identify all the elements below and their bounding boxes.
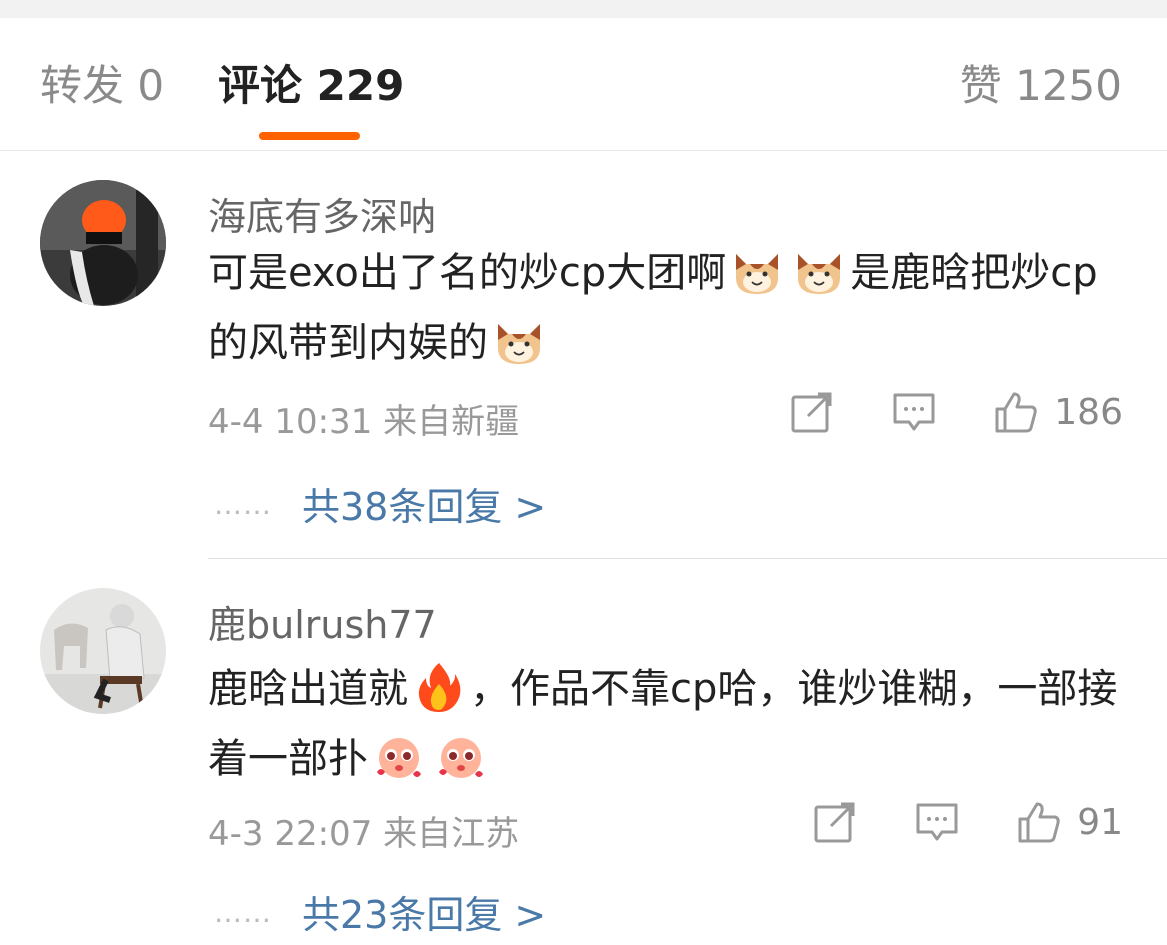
comment-meta: 4-3 22:07 来自江苏: [208, 806, 519, 855]
replies-label: 共23条回复 >: [302, 893, 547, 937]
comment-icon[interactable]: [892, 390, 936, 434]
comment-item: 海底有多深呐 可是exo出了名的炒cp大团啊 是鹿晗把炒cp的风带到内娱的 4-4…: [0, 150, 1167, 558]
like-count: 186: [1054, 391, 1123, 433]
tab-likes[interactable]: 赞 1250: [960, 60, 1122, 112]
comment-username[interactable]: 鹿bulrush77: [208, 594, 437, 649]
comment-location: 来自新疆: [383, 402, 520, 442]
status-strip: [0, 0, 1167, 18]
like-button[interactable]: 91: [1017, 800, 1123, 844]
like-count: 91: [1077, 801, 1123, 843]
comment-username[interactable]: 海底有多深呐: [208, 186, 436, 241]
cat-face-emoji: [792, 244, 846, 298]
comment-text: 可是exo出了名的炒cp大团啊 是鹿晗把炒cp的风带到内娱的: [208, 238, 1128, 378]
comment-meta: 4-4 10:31 来自新疆: [208, 394, 519, 443]
pleading-face-emoji: [372, 730, 426, 784]
comment-time: 4-3 22:07: [208, 814, 373, 854]
thumbs-up-icon: [994, 390, 1038, 434]
comment-text: 鹿晗出道就 ，作品不靠cp哈，谁炒谁糊，一部接着一部扑: [208, 654, 1128, 794]
pleading-face-emoji: [434, 730, 488, 784]
comment-text-part: 鹿晗出道就: [208, 666, 408, 712]
replies-label: 共38条回复 >: [302, 485, 547, 529]
active-tab-indicator: [259, 132, 360, 140]
view-replies-link[interactable]: …… 共23条回复 >: [214, 884, 546, 939]
replies-ellipsis: ……: [214, 488, 272, 521]
comment-actions: 91: [813, 800, 1123, 844]
tab-bar: 转发 0 评论 229 赞 1250: [0, 18, 1167, 151]
avatar[interactable]: [40, 588, 166, 714]
tab-comments[interactable]: 评论 229: [218, 60, 404, 112]
comment-location: 来自江苏: [383, 814, 520, 854]
cat-face-emoji: [492, 314, 546, 368]
thumbs-up-icon: [1017, 800, 1061, 844]
comment-text-part: 可是exo出了名的炒cp大团啊: [208, 250, 727, 296]
comment-time: 4-4 10:31: [208, 402, 373, 442]
view-replies-link[interactable]: …… 共38条回复 >: [214, 476, 546, 531]
share-icon[interactable]: [813, 800, 857, 844]
fire-emoji: [412, 660, 466, 714]
comment-icon[interactable]: [915, 800, 959, 844]
comment-item: 鹿bulrush77 鹿晗出道就 ，作品不靠cp哈，谁炒谁糊，一部接着一部扑 4-…: [0, 558, 1167, 945]
comment-actions: 186: [790, 390, 1123, 434]
like-button[interactable]: 186: [994, 390, 1123, 434]
replies-ellipsis: ……: [214, 896, 272, 929]
avatar[interactable]: [40, 180, 166, 306]
share-icon[interactable]: [790, 390, 834, 434]
cat-face-emoji: [730, 244, 784, 298]
tab-repost[interactable]: 转发 0: [40, 60, 164, 112]
